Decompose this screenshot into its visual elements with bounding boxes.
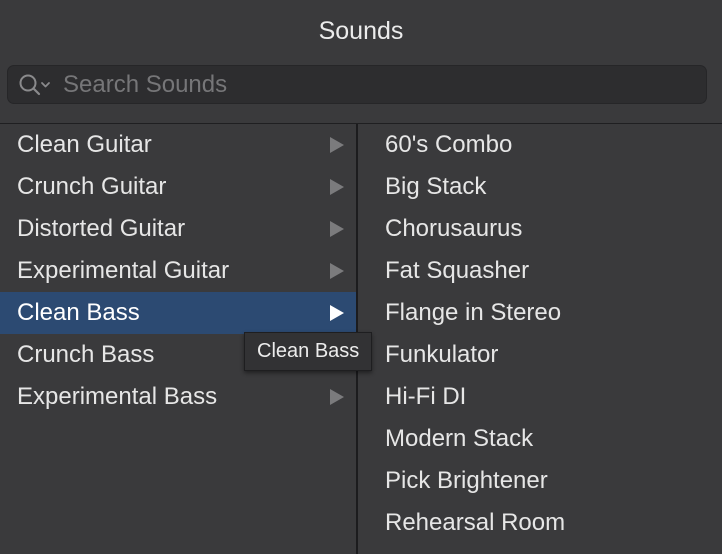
submenu-arrow-icon [330, 221, 344, 237]
preset-item[interactable]: Rehearsal Room [358, 502, 722, 544]
preset-item-label: Big Stack [385, 173, 487, 200]
preset-item[interactable]: 60's Combo [358, 124, 722, 166]
preset-list: 60's Combo Big Stack Chorusaurus Fat Squ… [358, 124, 722, 554]
category-item-label: Distorted Guitar [17, 215, 186, 242]
submenu-arrow-icon [330, 179, 344, 195]
preset-item-label: Pick Brightener [385, 467, 548, 494]
search-icon[interactable] [18, 73, 52, 97]
preset-item[interactable]: Pick Brightener [358, 460, 722, 502]
preset-item[interactable]: Big Stack [358, 166, 722, 208]
preset-item[interactable]: Fat Squasher [358, 250, 722, 292]
category-item-clean-bass[interactable]: Clean Bass [0, 292, 356, 334]
panel-title: Sounds [318, 17, 404, 45]
preset-item-label: Modern Stack [385, 425, 534, 452]
preset-item-label: Funkulator [385, 341, 499, 368]
search-field[interactable] [7, 65, 707, 104]
category-item-clean-guitar[interactable]: Clean Guitar [0, 124, 356, 166]
category-item-label: Crunch Bass [17, 341, 155, 368]
preset-item-label: Rehearsal Room [385, 509, 566, 536]
preset-item-label: Flange in Stereo [385, 299, 562, 326]
preset-item[interactable]: Chorusaurus [358, 208, 722, 250]
preset-item-label: Hi-Fi DI [385, 383, 467, 410]
preset-item-label: Fat Squasher [385, 257, 530, 284]
preset-item-label: 60's Combo [385, 131, 513, 158]
submenu-arrow-icon [330, 263, 344, 279]
submenu-arrow-icon [330, 389, 344, 405]
category-item-label: Clean Bass [17, 299, 140, 326]
preset-item[interactable]: Hi-Fi DI [358, 376, 722, 418]
category-item-experimental-bass[interactable]: Experimental Bass [0, 376, 356, 418]
category-item-label: Experimental Bass [17, 383, 218, 410]
preset-item[interactable]: Flange in Stereo [358, 292, 722, 334]
category-item-distorted-guitar[interactable]: Distorted Guitar [0, 208, 356, 250]
preset-item-label: Chorusaurus [385, 215, 523, 242]
sounds-panel: Sounds Clean Guitar Crunch Guitar Distor… [0, 0, 722, 554]
category-item-label: Crunch Guitar [17, 173, 167, 200]
preset-item[interactable]: Funkulator [358, 334, 722, 376]
category-item-label: Clean Guitar [17, 131, 152, 158]
preset-item[interactable]: Modern Stack [358, 418, 722, 460]
tooltip: Clean Bass [244, 332, 373, 371]
submenu-arrow-icon [330, 305, 344, 321]
submenu-arrow-icon [330, 137, 344, 153]
category-item-crunch-guitar[interactable]: Crunch Guitar [0, 166, 356, 208]
category-item-label: Experimental Guitar [17, 257, 230, 284]
search-input[interactable] [63, 66, 693, 103]
category-item-experimental-guitar[interactable]: Experimental Guitar [0, 250, 356, 292]
